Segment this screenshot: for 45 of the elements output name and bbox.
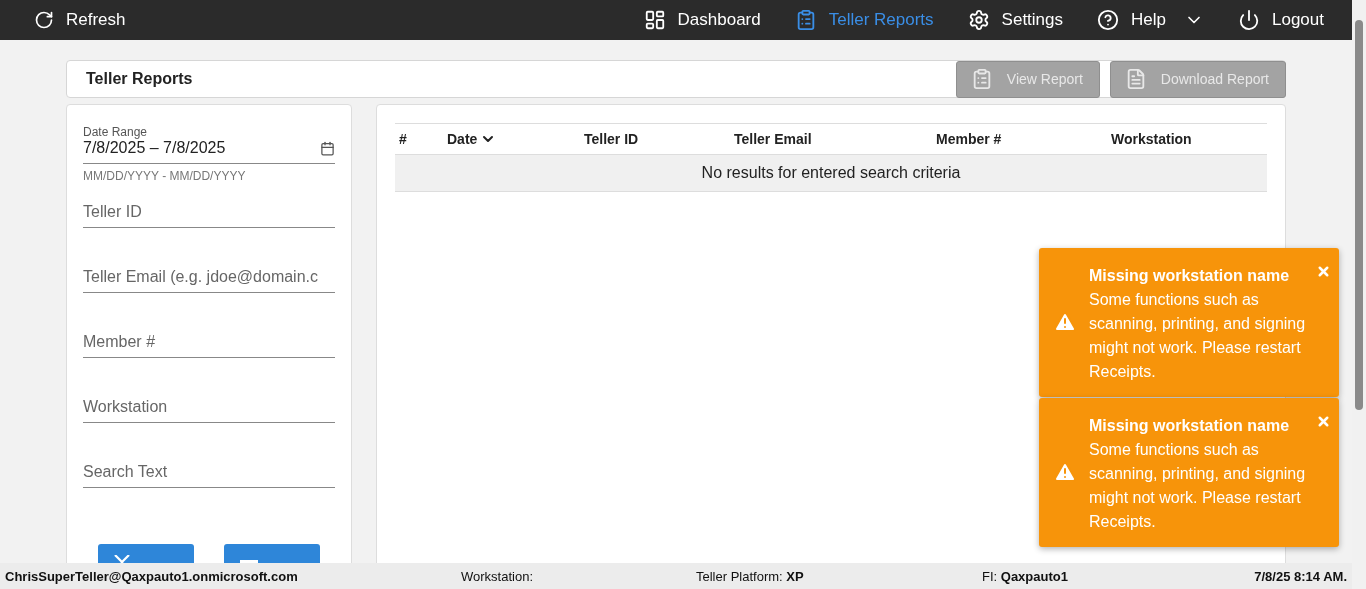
calendar-icon[interactable] <box>320 140 335 156</box>
toast-message: Some functions such as scanning, printing, and signing might not work. Please restart Receipts. <box>1089 290 1307 382</box>
nav-item[interactable]: Teller Reports <box>794 9 934 31</box>
column-header[interactable]: Workstation <box>1107 123 1267 155</box>
column-header[interactable]: Member # <box>932 123 1107 155</box>
dashboard-icon <box>643 9 666 31</box>
column-header[interactable]: Teller Email <box>730 123 932 155</box>
column-header[interactable]: Teller ID <box>580 123 730 155</box>
nav-item[interactable]: Settings <box>967 9 1064 31</box>
date-format-hint: MM/DD/YYYY - MM/DD/YYYY <box>83 169 247 183</box>
refresh-icon <box>34 10 54 30</box>
column-header[interactable]: Date <box>443 123 580 155</box>
toast-title: Missing workstation name <box>1089 416 1291 436</box>
filter-button[interactable] <box>98 544 194 563</box>
column-header[interactable]: # <box>395 123 443 155</box>
close-icon <box>1316 414 1331 429</box>
nav-item[interactable]: Help <box>1097 9 1204 31</box>
refresh-button[interactable]: Refresh <box>34 10 126 30</box>
filter-button[interactable] <box>224 544 320 563</box>
input-field[interactable]: Teller ID <box>83 203 335 228</box>
page-title: Teller Reports <box>86 70 193 88</box>
cross-icon <box>114 555 130 563</box>
user-email: ChrisSuperTeller@Qaxpauto1.onmicrosoft.com <box>5 568 299 584</box>
input-field[interactable]: Member # <box>83 333 335 358</box>
date-range-field[interactable]: 7/8/2025 – 7/8/2025 <box>83 139 335 164</box>
close-icon <box>1316 264 1331 279</box>
settings-icon <box>967 9 990 31</box>
power-icon <box>1238 9 1260 31</box>
toast-message: Some functions such as scanning, printing, and signing might not work. Please restart Receipts. <box>1089 440 1307 532</box>
empty-message: No results for entered search criteria <box>395 154 1267 192</box>
input-field[interactable]: Search Text <box>83 463 335 488</box>
input-field[interactable]: Teller Email (e.g. jdoe@domain.c <box>83 268 335 293</box>
nav-item[interactable]: Logout <box>1238 9 1324 31</box>
nav-item[interactable]: Dashboard <box>643 9 761 31</box>
workstation-label: Workstation: <box>461 568 534 584</box>
toast-title: Missing workstation name <box>1089 266 1291 286</box>
platform-label: Teller Platform: XP <box>696 568 805 584</box>
fi-label: FI: Qaxpauto1 <box>982 568 1069 584</box>
field-label: Date Range <box>83 125 149 139</box>
close-button[interactable] <box>1316 414 1331 429</box>
close-button[interactable] <box>1316 264 1331 279</box>
bar-icon <box>240 560 258 563</box>
help-icon <box>1097 9 1120 31</box>
timestamp: 7/8/25 8:14 AM. <box>1254 568 1347 584</box>
input-field[interactable]: Workstation <box>83 398 335 423</box>
